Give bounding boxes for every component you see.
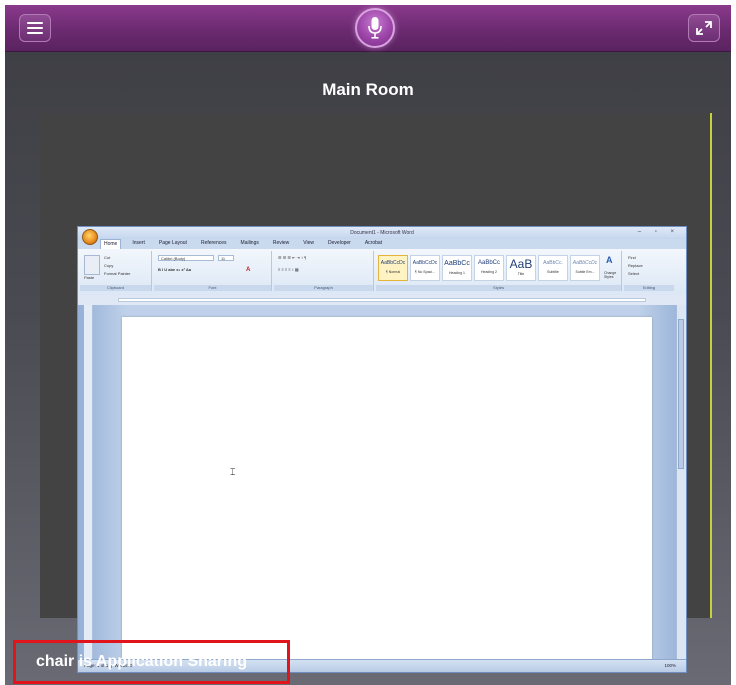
tab-review: Review: [272, 240, 290, 246]
vertical-ruler: [84, 305, 93, 662]
text-cursor-icon: ⌶: [230, 467, 236, 477]
font-name-box: Calibri (Body): [158, 255, 214, 261]
style-sample: AaBbCc.: [543, 260, 563, 266]
hamburger-icon: [27, 22, 43, 34]
style-sample: AaBbCcDc: [412, 260, 438, 266]
font-group-label: Font: [154, 285, 271, 291]
style-sample: AaB: [509, 257, 533, 271]
style-name: ¶ Normal: [385, 270, 401, 274]
select-label: Select: [628, 271, 640, 276]
tab-references: References: [200, 240, 227, 246]
style-sample: AaBbCcDc: [380, 260, 406, 266]
fullscreen-button[interactable]: [688, 14, 720, 42]
tab-home: Home: [100, 239, 122, 249]
menu-button[interactable]: [19, 14, 51, 42]
style-heading-1: AaBbCc Heading 1: [442, 255, 472, 281]
tab-mailings: Mailings: [240, 240, 259, 246]
word-window-title: Document1 - Microsoft Word: [350, 230, 414, 236]
style-name: Subtitle: [547, 270, 559, 274]
paragraph-group: ☰ ☰ ☰ ⇤ ⇥ ↕ ¶ ≡ ≡ ≡ ≡ ↕ ▦ Paragraph: [274, 251, 374, 291]
style-name: Heading 1: [449, 271, 465, 275]
style-subtle-emphasis: AaBbCcDc Subtle Em...: [570, 255, 600, 281]
list-buttons-icon: ☰ ☰ ☰ ⇤ ⇥ ↕ ¶: [278, 255, 307, 260]
font-group: Calibri (Body) 11 B I U abe x₂ x² Aa A F…: [154, 251, 272, 291]
ruler-track: [118, 298, 646, 302]
font-size: 11: [221, 256, 226, 261]
change-styles-button: A Change Styles: [604, 255, 620, 281]
expand-icon: [696, 21, 712, 35]
style-no-spacing: AaBbCcDc ¶ No Spaci...: [410, 255, 440, 281]
clipboard-group-label: Clipboard: [80, 285, 151, 291]
style-sample: AaBbCcDc: [572, 260, 598, 266]
word-titlebar: Document1 - Microsoft Word – ▫ ×: [78, 227, 686, 239]
style-title: AaB Title: [506, 255, 536, 281]
style-name: Heading 2: [481, 270, 497, 274]
change-styles-icon: A: [606, 255, 613, 265]
microphone-button[interactable]: [355, 8, 395, 48]
sharing-status-banner: chair is Application Sharing: [13, 640, 290, 684]
style-name: ¶ No Spaci...: [415, 270, 435, 274]
conference-app-frame: Main Room Document1 - Microsoft Word – ▫…: [5, 5, 731, 685]
style-normal: AaBbCcDc ¶ Normal: [378, 255, 408, 281]
style-sample: AaBbCc: [444, 260, 470, 267]
style-sample: AaBbCc: [477, 260, 500, 266]
room-title: Main Room: [322, 80, 414, 99]
tab-page-layout: Page Layout: [158, 240, 187, 246]
font-format-buttons: B I U abe x₂ x² Aa: [158, 267, 191, 272]
style-heading-2: AaBbCc Heading 2: [474, 255, 504, 281]
style-name: Subtle Em...: [575, 270, 595, 274]
copy-label: Copy: [104, 263, 114, 268]
alignment-buttons-icon: ≡ ≡ ≡ ≡ ↕ ▦: [278, 267, 299, 272]
cut-label: Cut: [104, 255, 111, 260]
editing-group-label: Editing: [624, 285, 674, 291]
font-color-icon: A: [246, 267, 251, 273]
tab-acrobat: Acrobat: [364, 240, 383, 246]
font-name: Calibri (Body): [161, 256, 186, 261]
paste-icon: [84, 255, 100, 275]
paragraph-group-label: Paragraph: [274, 285, 373, 291]
format-painter-label: Format Painter: [104, 271, 131, 276]
tab-developer: Developer: [328, 240, 351, 246]
application-share-panel: Document1 - Microsoft Word – ▫ × Home In…: [40, 113, 712, 673]
editing-group: Find Replace Select Editing: [624, 251, 674, 291]
style-subtitle: AaBbCc. Subtitle: [538, 255, 568, 281]
microphone-icon: [368, 17, 382, 39]
tab-insert: Insert: [132, 240, 145, 246]
style-name: Title: [517, 272, 525, 276]
document-area: ⌶: [78, 305, 686, 662]
status-zoom: 100%: [664, 663, 676, 668]
top-toolbar: [5, 5, 731, 52]
clipboard-group: Paste Cut Copy Format Painter Clipboard: [80, 251, 152, 291]
tab-view: View: [303, 240, 315, 246]
find-label: Find: [628, 255, 636, 260]
document-page: ⌶: [122, 317, 652, 662]
paste-label: Paste: [84, 275, 95, 280]
styles-group-label: Styles: [376, 285, 621, 291]
word-ribbon: Paste Cut Copy Format Painter Clipboard …: [78, 249, 686, 296]
vertical-scrollbar: [676, 305, 686, 662]
font-size-box: 11: [218, 255, 234, 261]
sharing-status-text: chair is Application Sharing: [36, 653, 247, 670]
scrollbar-thumb: [678, 319, 684, 469]
change-styles-label: Change Styles: [604, 271, 617, 279]
replace-label: Replace: [628, 263, 643, 268]
styles-group: AaBbCcDc ¶ Normal AaBbCcDc ¶ No Spaci...…: [376, 251, 622, 291]
shared-word-window: Document1 - Microsoft Word – ▫ × Home In…: [77, 226, 687, 673]
window-controls: – ▫ ×: [637, 229, 680, 235]
office-button-icon: [82, 229, 98, 245]
ribbon-tabs: Home Insert Page Layout References Maili…: [100, 239, 385, 249]
